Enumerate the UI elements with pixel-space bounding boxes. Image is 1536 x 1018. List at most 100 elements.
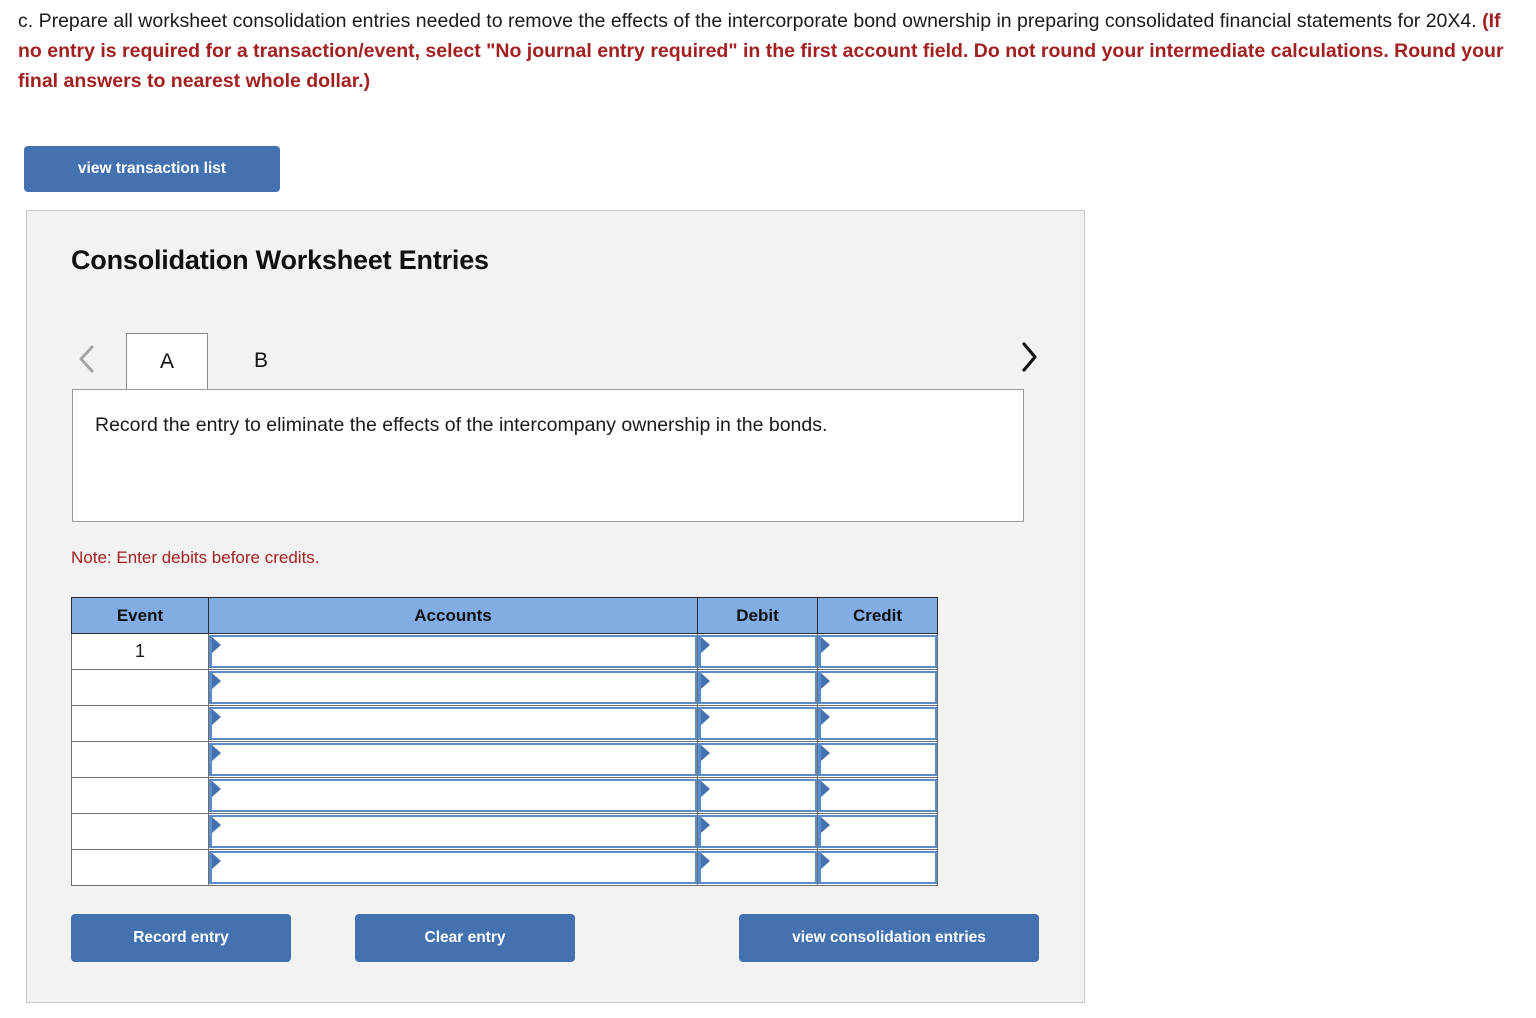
debit-input-6[interactable]	[698, 815, 817, 848]
event-number-cell: 1	[71, 633, 209, 670]
account-select-cell[interactable]	[208, 633, 698, 670]
dropdown-marker-icon	[212, 673, 221, 689]
credit-input-4[interactable]	[818, 743, 937, 776]
tab-b[interactable]: B	[231, 333, 291, 389]
event-number-cell	[71, 813, 209, 850]
view-consolidation-entries-button[interactable]: view consolidation entries	[739, 914, 1039, 962]
dropdown-marker-icon	[212, 781, 221, 797]
question-plain-text: c. Prepare all worksheet consolidation e…	[18, 10, 1483, 32]
column-header-accounts: Accounts	[208, 597, 698, 634]
tab-a[interactable]: A	[126, 333, 208, 389]
debit-input-2[interactable]	[698, 671, 817, 704]
view-transaction-list-button[interactable]: view transaction list	[24, 146, 280, 192]
consolidation-worksheet-panel: Consolidation Worksheet Entries A B Reco…	[26, 210, 1085, 1003]
credit-input-cell[interactable]	[817, 849, 938, 886]
dropdown-marker-icon	[701, 709, 710, 725]
debit-input-cell[interactable]	[697, 777, 818, 814]
debit-input-cell[interactable]	[697, 741, 818, 778]
event-number-cell	[71, 777, 209, 814]
credit-input-1[interactable]	[818, 635, 937, 668]
entry-description-box: Record the entry to eliminate the effect…	[72, 389, 1024, 522]
table-row	[71, 813, 938, 850]
debit-input-cell[interactable]	[697, 633, 818, 670]
tab-strip: A B	[71, 333, 1046, 389]
table-row	[71, 777, 938, 814]
account-select-cell[interactable]	[208, 777, 698, 814]
table-row	[71, 849, 938, 886]
dropdown-marker-icon	[701, 637, 710, 653]
tab-b-label: B	[253, 349, 268, 372]
debit-input-7[interactable]	[698, 851, 817, 884]
credit-input-7[interactable]	[818, 851, 937, 884]
debit-input-cell[interactable]	[697, 813, 818, 850]
tab-a-label: A	[159, 349, 174, 373]
dropdown-marker-icon	[821, 745, 830, 761]
dropdown-marker-icon	[212, 853, 221, 869]
credit-input-cell[interactable]	[817, 741, 938, 778]
chevron-right-icon[interactable]	[1012, 337, 1046, 377]
clear-entry-button[interactable]: Clear entry	[355, 914, 575, 962]
debit-input-cell[interactable]	[697, 705, 818, 742]
debit-input-cell[interactable]	[697, 849, 818, 886]
dropdown-marker-icon	[212, 637, 221, 653]
account-select-2[interactable]	[209, 671, 697, 704]
column-header-event: Event	[71, 597, 209, 634]
dropdown-marker-icon	[212, 745, 221, 761]
credit-input-cell[interactable]	[817, 777, 938, 814]
event-number-cell	[71, 849, 209, 886]
dropdown-marker-icon	[821, 673, 830, 689]
credit-input-5[interactable]	[818, 779, 937, 812]
journal-entry-table: Event Accounts Debit Credit 1	[71, 597, 938, 886]
record-entry-button[interactable]: Record entry	[71, 914, 291, 962]
dropdown-marker-icon	[701, 817, 710, 833]
dropdown-marker-icon	[821, 637, 830, 653]
event-number-cell	[71, 705, 209, 742]
account-select-cell[interactable]	[208, 669, 698, 706]
account-select-5[interactable]	[209, 779, 697, 812]
table-row	[71, 669, 938, 706]
column-header-debit: Debit	[697, 597, 818, 634]
debit-input-cell[interactable]	[697, 669, 818, 706]
table-row	[71, 741, 938, 778]
table-header-row: Event Accounts Debit Credit	[71, 597, 938, 634]
account-select-3[interactable]	[209, 707, 697, 740]
event-number-cell	[71, 741, 209, 778]
credit-input-cell[interactable]	[817, 669, 938, 706]
debit-input-1[interactable]	[698, 635, 817, 668]
dropdown-marker-icon	[821, 853, 830, 869]
entry-description-text: Record the entry to eliminate the effect…	[95, 414, 828, 436]
credit-input-cell[interactable]	[817, 813, 938, 850]
table-row: 1	[71, 633, 938, 670]
dropdown-marker-icon	[701, 781, 710, 797]
table-row	[71, 705, 938, 742]
debit-input-4[interactable]	[698, 743, 817, 776]
credit-input-cell[interactable]	[817, 705, 938, 742]
account-select-cell[interactable]	[208, 741, 698, 778]
dropdown-marker-icon	[701, 673, 710, 689]
account-select-cell[interactable]	[208, 813, 698, 850]
chevron-left-icon[interactable]	[71, 339, 103, 379]
dropdown-marker-icon	[821, 817, 830, 833]
event-number-cell	[71, 669, 209, 706]
debit-input-5[interactable]	[698, 779, 817, 812]
dropdown-marker-icon	[701, 853, 710, 869]
credit-input-cell[interactable]	[817, 633, 938, 670]
debits-before-credits-note: Note: Enter debits before credits.	[71, 548, 320, 567]
dropdown-marker-icon	[821, 709, 830, 725]
question-instructions: c. Prepare all worksheet consolidation e…	[18, 6, 1518, 96]
credit-input-3[interactable]	[818, 707, 937, 740]
dropdown-marker-icon	[701, 745, 710, 761]
account-select-4[interactable]	[209, 743, 697, 776]
dropdown-marker-icon	[212, 709, 221, 725]
dropdown-marker-icon	[212, 817, 221, 833]
account-select-cell[interactable]	[208, 849, 698, 886]
debit-input-3[interactable]	[698, 707, 817, 740]
account-select-cell[interactable]	[208, 705, 698, 742]
account-select-1[interactable]	[209, 635, 697, 668]
column-header-credit: Credit	[817, 597, 938, 634]
dropdown-marker-icon	[821, 781, 830, 797]
credit-input-6[interactable]	[818, 815, 937, 848]
account-select-6[interactable]	[209, 815, 697, 848]
account-select-7[interactable]	[209, 851, 697, 884]
credit-input-2[interactable]	[818, 671, 937, 704]
